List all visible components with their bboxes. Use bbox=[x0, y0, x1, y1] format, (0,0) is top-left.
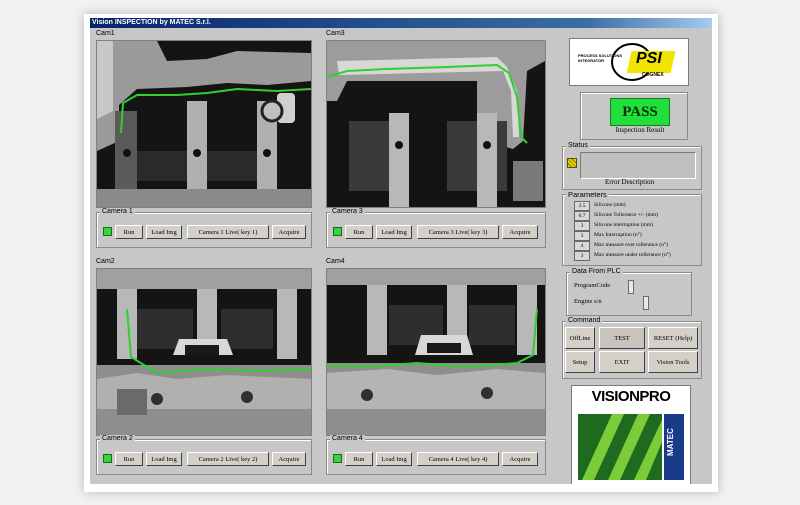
param-row: 3 Silicone interruption (mm) bbox=[574, 221, 653, 231]
error-description-label: Error Description bbox=[605, 178, 655, 186]
camera1-load-img-button[interactable]: Load Img bbox=[146, 225, 182, 239]
program-code-field[interactable] bbox=[628, 280, 634, 294]
param-name: Silicone interruption (mm) bbox=[594, 222, 653, 228]
camera3-acquire-button[interactable]: Acquire bbox=[502, 225, 538, 239]
camera2-live-button[interactable]: Camera 2 Live( key 2) bbox=[187, 452, 269, 466]
param-name: Silicone Tollerance +/- (mm) bbox=[594, 212, 658, 218]
exit-button[interactable]: EXIT bbox=[599, 351, 645, 373]
command-label: Command bbox=[566, 317, 603, 324]
param-row: 2.5 Silicone (mm) bbox=[574, 201, 626, 211]
cognex-text: COGNEX bbox=[642, 72, 664, 78]
param-value[interactable]: 3 bbox=[574, 221, 590, 231]
camera1-group-label: Camera 1 bbox=[100, 208, 135, 215]
reset-help-button[interactable]: RESET (Help) bbox=[648, 327, 698, 349]
cam2-image[interactable] bbox=[96, 268, 312, 436]
camera3-status-led bbox=[333, 227, 342, 236]
engine-sn-label: Engine s/n bbox=[574, 298, 602, 305]
psi-cognex-logo: PROCESS SOLUTIONS INTEGRATOR PSI COGNEX bbox=[569, 38, 689, 86]
cam3-view-label: Cam3 bbox=[326, 30, 345, 37]
visionpro-text: VISIONPRO bbox=[572, 386, 690, 408]
param-name: Max measure over tollerance (n°) bbox=[594, 242, 668, 248]
offline-button[interactable]: OffLine bbox=[565, 327, 595, 349]
param-name: Max Interruption (n°) bbox=[594, 232, 642, 238]
param-row: 4 Max measure over tollerance (n°) bbox=[574, 241, 668, 251]
param-value[interactable]: 3 bbox=[574, 251, 590, 261]
status-indicator-icon bbox=[567, 158, 577, 168]
status-label: Status bbox=[566, 142, 590, 149]
cam2-view-label: Cam2 bbox=[96, 258, 115, 265]
vision-tools-button[interactable]: Vision Tools bbox=[648, 351, 698, 373]
camera4-run-button[interactable]: Run bbox=[345, 452, 373, 466]
param-row: 3 Max Interruption (n°) bbox=[574, 231, 642, 241]
cam4-view-label: Cam4 bbox=[326, 258, 345, 265]
camera3-group-label: Camera 3 bbox=[330, 208, 365, 215]
param-name: Max measure under tollerance (n°) bbox=[594, 252, 671, 258]
camera2-load-img-button[interactable]: Load Img bbox=[146, 452, 182, 466]
test-button[interactable]: TEST bbox=[599, 327, 645, 349]
cam3-image[interactable] bbox=[326, 40, 546, 208]
plc-data-label: Data From PLC bbox=[570, 268, 623, 275]
error-description-box bbox=[580, 152, 696, 179]
camera1-live-button[interactable]: Camera 1 Live( key 1) bbox=[187, 225, 269, 239]
camera4-acquire-button[interactable]: Acquire bbox=[502, 452, 538, 466]
engine-sn-field[interactable] bbox=[643, 296, 649, 310]
camera4-live-button[interactable]: Camera 4 Live( key 4) bbox=[417, 452, 499, 466]
cam4-image[interactable] bbox=[326, 268, 546, 436]
window-title: Vision INSPECTION by MATEC S.r.l. bbox=[90, 18, 712, 28]
camera4-group-label: Camera 4 bbox=[330, 435, 365, 442]
visionpro-matec-logo: VISIONPRO MATEC bbox=[571, 385, 691, 484]
inspection-result-label: Inspection Result bbox=[615, 126, 665, 134]
matec-text: MATEC bbox=[666, 428, 675, 456]
camera2-acquire-button[interactable]: Acquire bbox=[272, 452, 306, 466]
program-code-label: ProgramCode bbox=[574, 282, 611, 289]
camera3-load-img-button[interactable]: Load Img bbox=[376, 225, 412, 239]
camera1-run-button[interactable]: Run bbox=[115, 225, 143, 239]
camera4-status-led bbox=[333, 454, 342, 463]
camera2-group-label: Camera 2 bbox=[100, 435, 135, 442]
param-value[interactable]: 3 bbox=[574, 231, 590, 241]
inspection-result-badge: PASS bbox=[610, 98, 670, 126]
camera4-load-img-button[interactable]: Load Img bbox=[376, 452, 412, 466]
camera3-run-button[interactable]: Run bbox=[345, 225, 373, 239]
psi-small-text: PROCESS SOLUTIONS INTEGRATOR bbox=[578, 53, 623, 63]
setup-button[interactable]: Setup bbox=[565, 351, 595, 373]
param-value[interactable]: 2.5 bbox=[574, 201, 590, 211]
psi-text: PSI bbox=[636, 50, 662, 67]
param-row: 3 Max measure under tollerance (n°) bbox=[574, 251, 671, 261]
app-window: Vision INSPECTION by MATEC S.r.l. Cam1 C… bbox=[90, 18, 712, 484]
camera2-run-button[interactable]: Run bbox=[115, 452, 143, 466]
plc-data-group bbox=[566, 272, 692, 316]
camera1-status-led bbox=[103, 227, 112, 236]
camera2-status-led bbox=[103, 454, 112, 463]
param-name: Silicone (mm) bbox=[594, 202, 626, 208]
param-row: 0.7 Silicone Tollerance +/- (mm) bbox=[574, 211, 658, 221]
cam1-image[interactable] bbox=[96, 40, 312, 208]
param-value[interactable]: 0.7 bbox=[574, 211, 590, 221]
camera3-live-button[interactable]: Camera 3 Live( key 3) bbox=[417, 225, 499, 239]
param-value[interactable]: 4 bbox=[574, 241, 590, 251]
parameters-label: Parameters bbox=[566, 190, 609, 199]
cam1-view-label: Cam1 bbox=[96, 30, 115, 37]
camera1-acquire-button[interactable]: Acquire bbox=[272, 225, 306, 239]
